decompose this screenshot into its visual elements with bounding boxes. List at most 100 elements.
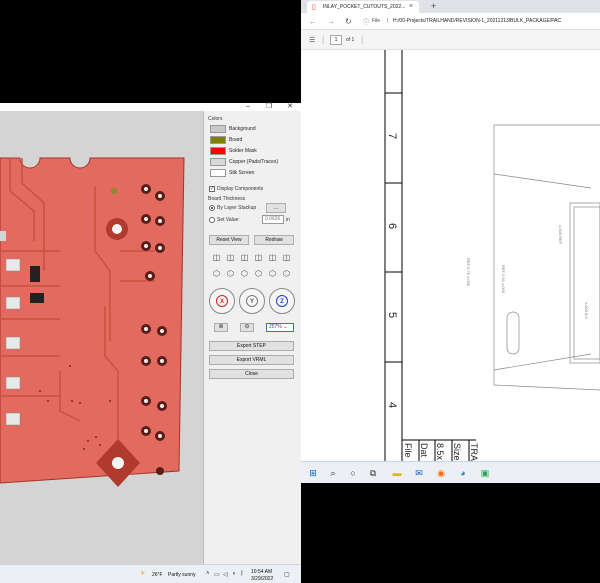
page-number-input[interactable]: 1 <box>330 35 342 45</box>
set-value-label: Set Value: <box>217 217 240 223</box>
cortana-icon[interactable]: ○ <box>347 467 359 479</box>
viewer-titlebar: – ❐ ✕ <box>0 103 301 111</box>
task-view-icon[interactable]: ⧉ <box>367 467 379 479</box>
zoom-in-icon[interactable]: ⊕ <box>214 323 228 332</box>
dimension-text: ±.005 REF <box>558 225 563 245</box>
bluetooth-icon[interactable]: ᛒ <box>240 571 244 577</box>
weather-icon[interactable]: ☀ <box>140 570 145 577</box>
address-divider: | <box>387 18 389 24</box>
chevron-down-icon: ⌄ <box>283 324 288 330</box>
view-right-icon[interactable]: ◫ <box>254 253 263 262</box>
zoom-value: 257% <box>269 324 282 330</box>
edge-icon[interactable]: ◕ <box>457 467 469 479</box>
address-input[interactable]: H:/00-Projects/TRAILHAND/REVISION-1_2021… <box>393 18 599 24</box>
chevron-up-icon[interactable]: ˄ <box>206 571 210 577</box>
minimize-icon[interactable]: – <box>241 103 255 111</box>
clock-date[interactable]: 3/29/2022 <box>251 576 273 582</box>
view-bottom-icon[interactable]: ◫ <box>282 253 291 262</box>
desktop: – ❐ ✕ Colors Background Board Solder Mas… <box>0 0 600 583</box>
forward-icon[interactable]: → <box>327 17 335 26</box>
reset-view-button[interactable]: Reset View <box>209 235 249 245</box>
browser-window: ▯ INLAY_POCKET_CUTOUTS_2022... × + ← → ↻… <box>301 0 600 461</box>
color-label: Silk Screen <box>229 170 255 176</box>
view-left-icon[interactable]: ◫ <box>240 253 249 262</box>
by-layer-stackup-label: By Layer Stackup <box>217 205 257 211</box>
close-button[interactable]: Close <box>209 369 294 379</box>
right-taskbar: ⊞ ⌕ ○ ⧉ ▬ ✉ ◉ ◕ ▣ <box>301 461 600 483</box>
pdf-file-icon: ▯ <box>312 4 316 11</box>
export-vrml-button[interactable]: Export VRML <box>209 355 294 365</box>
rotate-z-label: Z <box>276 295 288 307</box>
title-block-cell: Dat <box>419 443 429 458</box>
rotate-y-control[interactable]: Y <box>239 288 265 314</box>
dimension-text: ±.005 8.0 <box>584 302 589 319</box>
view-back-icon[interactable]: ◫ <box>226 253 235 262</box>
info-icon[interactable]: ⓘ <box>363 17 369 26</box>
mail-icon[interactable]: ✉ <box>413 467 425 479</box>
close-icon[interactable]: ✕ <box>283 103 297 111</box>
thickness-value-field[interactable]: 0.0626 <box>262 215 284 224</box>
color-row[interactable]: Solder Mask <box>210 147 298 155</box>
ruler-number: 4 <box>386 401 399 409</box>
pcb-3d-viewport[interactable] <box>0 111 203 564</box>
title-block-cell: File <box>403 443 413 458</box>
view-iso-5-icon[interactable]: ⬡ <box>268 269 277 278</box>
color-row[interactable]: Silk Screen <box>210 169 298 177</box>
reload-icon[interactable]: ↻ <box>345 17 352 26</box>
layer-stackup-button[interactable]: ... <box>266 203 286 213</box>
color-row[interactable]: Board <box>210 136 298 144</box>
redraw-button[interactable]: Redraw <box>254 235 294 245</box>
view-front-icon[interactable]: ◫ <box>212 253 221 262</box>
notification-icon[interactable]: ▢ <box>284 571 290 578</box>
color-swatch[interactable] <box>210 169 226 177</box>
display-components-checkbox[interactable]: ✓ <box>209 186 215 192</box>
export-step-button[interactable]: Export STEP <box>209 341 294 351</box>
view-iso-6-icon[interactable]: ⬡ <box>282 269 291 278</box>
view-iso-1-icon[interactable]: ⬡ <box>212 269 221 278</box>
page-total: of 1 <box>346 37 355 43</box>
drawing-render <box>384 50 600 461</box>
color-swatch[interactable] <box>210 125 226 133</box>
board-notch <box>0 231 6 241</box>
volume-icon[interactable]: ◁ <box>223 571 228 578</box>
view-top-icon[interactable]: ◫ <box>268 253 277 262</box>
board-thickness-title: Board Thickness <box>208 196 246 202</box>
back-icon[interactable]: ← <box>309 17 317 26</box>
ruler-number: 6 <box>386 222 399 230</box>
search-icon[interactable]: ⌕ <box>327 467 339 479</box>
zoom-select[interactable]: 257% ⌄ <box>266 323 294 332</box>
tab-close-icon[interactable]: × <box>409 3 413 10</box>
zoom-out-icon[interactable]: ⊖ <box>240 323 254 332</box>
color-row[interactable]: Copper (Pads/Traces) <box>210 158 298 166</box>
ruler-number: 5 <box>386 311 399 319</box>
firefox-icon[interactable]: ◉ <box>435 467 447 479</box>
view-iso-2-icon[interactable]: ⬡ <box>226 269 235 278</box>
rotate-x-control[interactable]: X <box>209 288 235 314</box>
view-iso-3-icon[interactable]: ⬡ <box>240 269 249 278</box>
contents-icon[interactable]: ☰ <box>309 36 315 44</box>
windows-icon[interactable]: ⊞ <box>307 467 319 479</box>
color-label: Solder Mask <box>229 148 257 154</box>
color-swatch[interactable] <box>210 158 226 166</box>
new-tab-icon[interactable]: + <box>431 1 436 11</box>
color-label: Copper (Pads/Traces) <box>229 159 278 165</box>
title-block-cell: Size <box>452 443 462 461</box>
tab-title: INLAY_POCKET_CUTOUTS_2022... <box>323 4 405 10</box>
color-swatch[interactable] <box>210 147 226 155</box>
rotate-z-control[interactable]: Z <box>269 288 295 314</box>
browser-tab[interactable]: ▯ INLAY_POCKET_CUTOUTS_2022... × <box>307 1 419 13</box>
clock-time[interactable]: 10:54 AM <box>251 569 272 575</box>
view-iso-4-icon[interactable]: ⬡ <box>254 269 263 278</box>
by-layer-stackup-radio[interactable] <box>209 205 215 211</box>
file-explorer-icon[interactable]: ▬ <box>391 467 403 479</box>
set-value-radio[interactable] <box>209 217 215 223</box>
color-row[interactable]: Background <box>210 125 298 133</box>
pdf-page[interactable]: 7 6 5 4 File Dat 8.5x Size TRA REF 0.75 … <box>301 50 600 461</box>
color-swatch[interactable] <box>210 136 226 144</box>
browser-tabbar: ▯ INLAY_POCKET_CUTOUTS_2022... × + <box>301 0 600 13</box>
network-icon[interactable]: ▭ <box>214 571 220 578</box>
restore-icon[interactable]: ❐ <box>262 103 276 111</box>
teams-icon[interactable]: ▣ <box>479 467 491 479</box>
speaker-icon[interactable]: ◖ <box>232 571 236 577</box>
title-block-cell: TRA <box>469 443 479 461</box>
